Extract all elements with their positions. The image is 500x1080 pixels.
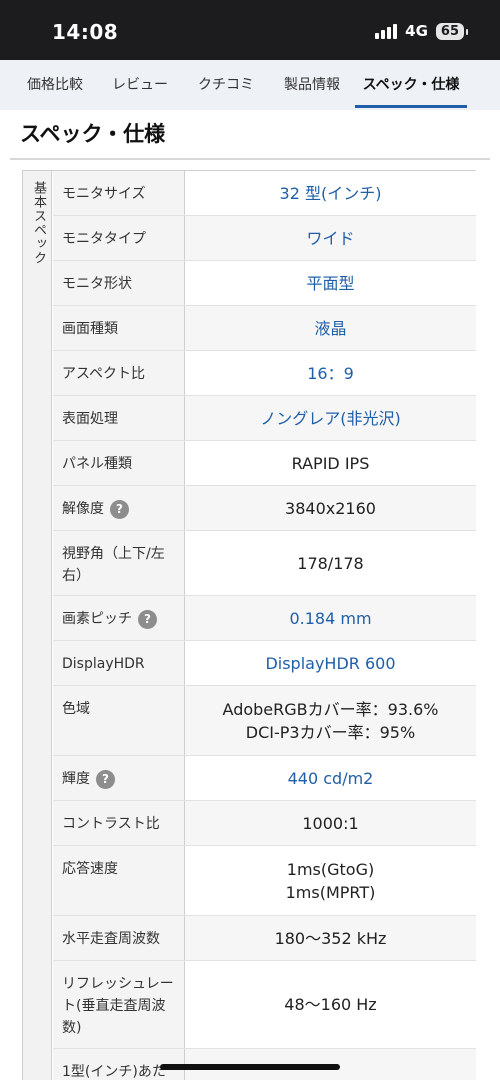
spec-label: 水平走査周波数 — [53, 916, 185, 960]
table-row: モニタサイズ 32 型(インチ) — [53, 171, 476, 216]
spec-value: 48〜160 Hz — [284, 995, 377, 1014]
table-row: 画面種類 液晶 — [53, 306, 476, 351]
table-row: 水平走査周波数 180〜352 kHz — [53, 916, 476, 961]
spec-label: モニタサイズ — [53, 171, 185, 215]
spec-label: パネル種類 — [53, 441, 185, 485]
status-bar: 14:08 4G 65 — [0, 0, 500, 60]
table-row: 応答速度 1ms(GtoG) 1ms(MPRT) — [53, 846, 476, 916]
spec-value: 180〜352 kHz — [185, 916, 476, 960]
spec-value-link[interactable]: ノングレア(非光沢) — [185, 396, 476, 440]
spec-value-multiline: 1ms(GtoG) 1ms(MPRT) — [185, 846, 476, 915]
spec-label: リフレッシュレート(垂直走査周波数) — [53, 961, 185, 1048]
spec-value-line: 1ms(GtoG) — [286, 859, 375, 879]
table-row: 表面処理 ノングレア(非光沢) — [53, 396, 476, 441]
spec-value: 178/178 — [297, 553, 364, 573]
table-row: 解像度? 3840x2160 — [53, 486, 476, 531]
divider — [10, 158, 490, 160]
battery-icon: 65 — [435, 22, 469, 40]
table-row: パネル種類 RAPID IPS — [53, 441, 476, 486]
network-type: 4G — [405, 22, 428, 40]
help-icon[interactable]: ? — [96, 769, 115, 789]
table-row: リフレッシュレート(垂直走査周波数) 48〜160 Hz — [53, 961, 476, 1049]
spec-label: 色域 — [53, 686, 185, 755]
table-row: モニタタイプ ワイド — [53, 216, 476, 261]
spec-label: コントラスト比 — [53, 801, 185, 845]
status-right: 4G 65 — [375, 22, 469, 40]
spec-rows: モニタサイズ 32 型(インチ) モニタタイプ ワイド モニタ形状 平面型 画面… — [53, 171, 476, 1080]
spec-value-link[interactable]: DisplayHDR 600 — [185, 641, 476, 685]
status-time: 14:08 — [52, 20, 119, 44]
spec-value-link[interactable]: 0.184 mm — [185, 596, 476, 640]
help-icon[interactable]: ? — [138, 609, 157, 629]
table-row: アスペクト比 16：9 — [53, 351, 476, 396]
spec-label: アスペクト比 — [53, 351, 185, 395]
spec-value-link[interactable]: 16：9 — [185, 351, 476, 395]
tab-specs[interactable]: スペック・仕様 — [355, 60, 467, 110]
spec-label: 画面種類 — [53, 306, 185, 350]
table-row: 視野角（上下/左右） 178/178 — [53, 531, 476, 596]
spec-label-with-help: 輝度? — [53, 756, 185, 800]
table-row: 輝度? 440 cd/m2 — [53, 756, 476, 801]
home-indicator[interactable] — [160, 1064, 340, 1070]
table-row: 色域 AdobeRGBカバー率：93.6% DCI-P3カバー率：95% — [53, 686, 476, 756]
table-row: 画素ピッチ? 0.184 mm — [53, 596, 476, 641]
spec-value-link[interactable]: 440 cd/m2 — [185, 756, 476, 800]
page-title: スペック・仕様 — [20, 122, 166, 146]
spec-value-line: 1ms(MPRT) — [285, 882, 376, 902]
product-tabs: 価格比較 レビュー クチコミ 製品情報 スペック・仕様 — [0, 60, 500, 110]
spec-label: DisplayHDR — [53, 641, 185, 685]
spec-label-text: 輝度 — [62, 771, 90, 787]
signal-icon — [375, 23, 398, 39]
spec-group-label-text: 基本スペック — [31, 181, 46, 265]
spec-value-line: AdobeRGBカバー率：93.6% — [222, 699, 439, 719]
spec-label: モニタ形状 — [53, 261, 185, 305]
table-row: コントラスト比 1000:1 — [53, 801, 476, 846]
spec-label: 表面処理 — [53, 396, 185, 440]
spec-label: 応答速度 — [53, 846, 185, 915]
tab-price-compare[interactable]: 価格比較 — [13, 60, 97, 110]
table-row: モニタ形状 平面型 — [53, 261, 476, 306]
table-row: DisplayHDR DisplayHDR 600 — [53, 641, 476, 686]
help-icon[interactable]: ? — [110, 499, 129, 519]
spec-value-link[interactable]: ワイド — [185, 216, 476, 260]
spec-label: モニタタイプ — [53, 216, 185, 260]
spec-value-link[interactable]: 32 型(インチ) — [185, 171, 476, 215]
spec-value-link[interactable]: 平面型 — [185, 261, 476, 305]
spec-value-link[interactable]: 液晶 — [185, 306, 476, 350]
spec-label-with-help: 画素ピッチ? — [53, 596, 185, 640]
spec-label: 視野角（上下/左右） — [53, 531, 185, 595]
spec-table: 基本スペック モニタサイズ 32 型(インチ) モニタタイプ ワイド モニタ形状… — [22, 170, 476, 1080]
spec-label-text: 画素ピッチ — [62, 611, 132, 627]
tab-product-info[interactable]: 製品情報 — [269, 60, 355, 110]
spec-value: RAPID IPS — [291, 453, 370, 473]
spec-value: 3840x2160 — [185, 486, 476, 530]
spec-value-multiline: AdobeRGBカバー率：93.6% DCI-P3カバー率：95% — [185, 686, 476, 755]
spec-value: 1000:1 — [185, 801, 476, 845]
spec-group-label: 基本スペック — [22, 171, 52, 1080]
tab-kuchikomi[interactable]: クチコミ — [183, 60, 269, 110]
spec-label-with-help: 解像度? — [53, 486, 185, 530]
tab-reviews[interactable]: レビュー — [97, 60, 183, 110]
spec-value-line: DCI-P3カバー率：95% — [245, 722, 416, 742]
spec-label-text: 解像度 — [62, 501, 104, 517]
